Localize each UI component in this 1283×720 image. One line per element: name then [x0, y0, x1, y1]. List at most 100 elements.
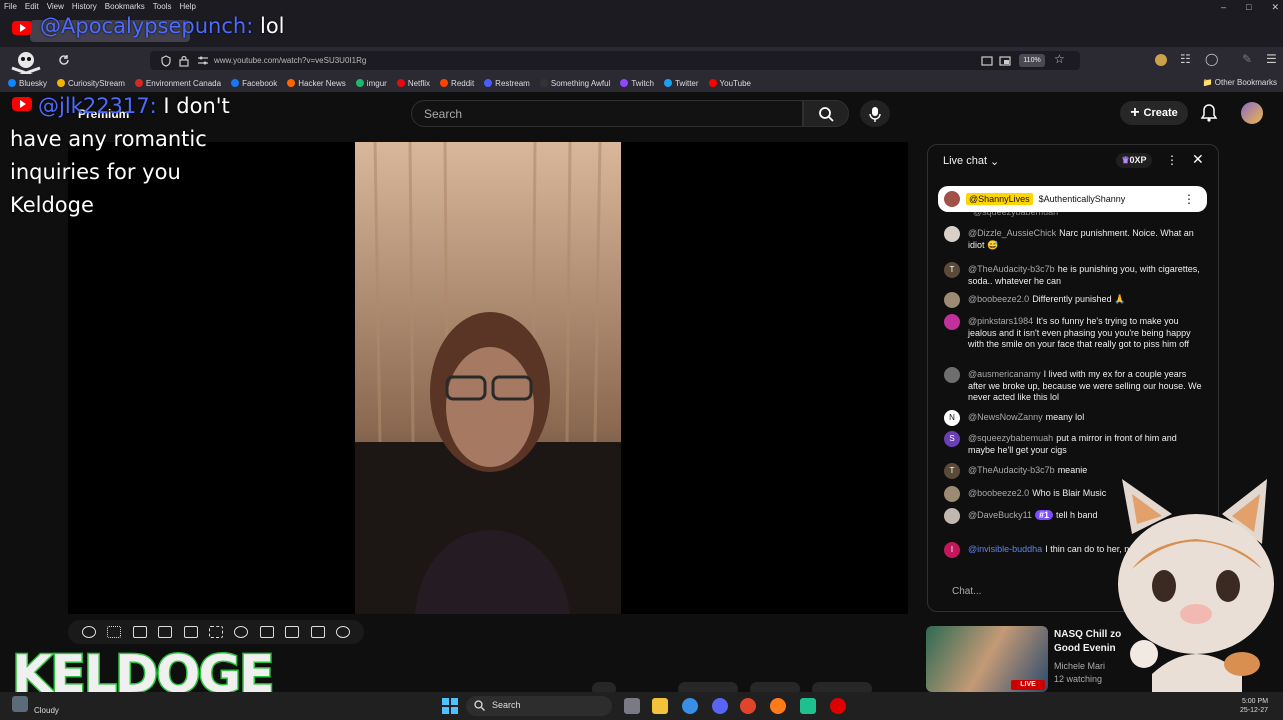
- add-clip-icon[interactable]: [259, 626, 274, 638]
- chat-username[interactable]: @squeezybabemuah: [968, 433, 1053, 443]
- chat-username[interactable]: @DaveBucky11: [968, 510, 1032, 520]
- search-input[interactable]: Search: [411, 100, 803, 127]
- keyboard-icon[interactable]: [310, 626, 325, 638]
- search-button[interactable]: [803, 100, 849, 127]
- chat-username[interactable]: @Dizzle_AussieChick: [968, 228, 1056, 238]
- copilot-icon[interactable]: [682, 698, 698, 714]
- create-button[interactable]: + Create: [1120, 101, 1188, 125]
- account-sync-icon[interactable]: ◯: [1205, 52, 1218, 66]
- clapperboard-icon[interactable]: [158, 626, 173, 638]
- share-button[interactable]: [678, 682, 738, 692]
- menu-view[interactable]: View: [47, 0, 64, 14]
- voice-search-button[interactable]: [860, 100, 890, 127]
- bookmark-star-icon[interactable]: ☆: [1054, 52, 1065, 66]
- hamburger-menu-icon[interactable]: ☰: [1266, 52, 1277, 66]
- chat-message[interactable]: @Dizzle_AussieChick Narc punishment. Noic…: [944, 226, 1202, 251]
- chevron-down-icon[interactable]: ⌄: [990, 155, 999, 168]
- bookmark-youtube[interactable]: YouTube: [708, 79, 751, 88]
- live-chat-title[interactable]: Live chat: [943, 155, 987, 167]
- bookmark-netflix[interactable]: Netflix: [396, 79, 430, 88]
- loop-icon[interactable]: [81, 626, 96, 638]
- speed-gauge-icon[interactable]: [234, 626, 249, 638]
- menu-bookmarks[interactable]: Bookmarks: [105, 0, 145, 14]
- bookmark-imgur[interactable]: imgur: [355, 79, 387, 88]
- bookmark-hacker-news[interactable]: Hacker News: [287, 79, 346, 88]
- chat-username[interactable]: @TheAudacity-b3c7b: [968, 465, 1055, 475]
- shield-icon[interactable]: [160, 55, 172, 67]
- file-explorer-icon[interactable]: [652, 698, 668, 714]
- playlist-icon[interactable]: [132, 626, 147, 638]
- settings-gear-icon[interactable]: [336, 626, 351, 638]
- windows-start-icon[interactable]: [442, 698, 458, 714]
- webcam-video-frame[interactable]: [355, 142, 621, 614]
- screenshot-camera-icon[interactable]: [285, 626, 300, 638]
- chat-username[interactable]: @pinkstars1984: [968, 316, 1033, 326]
- bookmark-reddit[interactable]: Reddit: [440, 79, 474, 88]
- pinned-message[interactable]: @ShannyLives $AuthenticallyShanny ⋮: [938, 186, 1207, 212]
- menu-file[interactable]: File: [4, 0, 17, 14]
- page-settings-icon[interactable]: [197, 55, 209, 67]
- bookmark-environment-canada[interactable]: Environment Canada: [134, 79, 221, 88]
- restream-app-icon[interactable]: [740, 698, 756, 714]
- chat-message[interactable]: @boobeeze2.0 Differently punished 🙏: [944, 292, 1202, 308]
- reload-icon[interactable]: [58, 54, 70, 66]
- close-window-icon[interactable]: ✕: [1271, 2, 1279, 13]
- chat-username[interactable]: @NewsNowZanny: [968, 412, 1043, 422]
- pen-icon[interactable]: ✎: [1242, 52, 1252, 66]
- taskbar-clock[interactable]: 5:00 PM 25-12-27: [1240, 697, 1268, 715]
- chat-message[interactable]: N @NewsNowZanny meany lol: [944, 410, 1202, 426]
- chat-username[interactable]: @boobeeze2.0: [968, 294, 1029, 304]
- chat-message[interactable]: @pinkstars1984 It's so funny he's trying …: [944, 314, 1202, 351]
- url-bar[interactable]: www.youtube.com/watch?v=veSU3U0I1Rg: [150, 51, 1080, 70]
- firefox-icon[interactable]: [770, 698, 786, 714]
- save-button[interactable]: [812, 682, 872, 692]
- extension-icon[interactable]: [1155, 54, 1167, 66]
- discord-icon[interactable]: [712, 698, 728, 714]
- youtube-app-icon[interactable]: [830, 698, 846, 714]
- chat-username[interactable]: @invisible-buddha: [968, 544, 1042, 554]
- chat-username[interactable]: @ausmericanamy: [968, 369, 1041, 379]
- subtitles-icon[interactable]: [208, 626, 223, 638]
- menu-tools[interactable]: Tools: [153, 0, 172, 14]
- chat-message[interactable]: @ausmericanamy I lived with my ex for a c…: [944, 367, 1202, 404]
- chat-input[interactable]: Chat...: [940, 582, 1100, 604]
- clip-button[interactable]: [750, 682, 800, 692]
- like-icon[interactable]: [592, 682, 616, 692]
- bookmark-curiositystream[interactable]: CuriosityStream: [57, 79, 125, 88]
- zoom-level-badge[interactable]: 110%: [1019, 54, 1045, 67]
- chat-app-icon[interactable]: [800, 698, 816, 714]
- task-view-icon[interactable]: [624, 698, 640, 714]
- chat-username[interactable]: @boobeeze2.0: [968, 488, 1029, 498]
- picture-in-picture-player-icon[interactable]: [183, 626, 198, 638]
- close-chat-icon[interactable]: ✕: [1192, 151, 1204, 168]
- bookmark-something-awful[interactable]: Something Awful: [539, 79, 610, 88]
- taskbar-search[interactable]: Search: [466, 696, 612, 716]
- lock-icon[interactable]: [179, 55, 189, 67]
- chat-message[interactable]: T @TheAudacity-b3c7b he is punishing you, …: [944, 262, 1202, 287]
- bookmark-twitch[interactable]: Twitch: [620, 79, 654, 88]
- bookmark-label: Restream: [495, 78, 530, 88]
- bookmark-bluesky[interactable]: Bluesky: [8, 79, 47, 88]
- reader-view-icon[interactable]: [981, 55, 993, 67]
- picture-in-picture-icon[interactable]: [999, 55, 1011, 67]
- bookmark-twitter[interactable]: Twitter: [663, 79, 699, 88]
- weather-icon[interactable]: [12, 696, 28, 712]
- extensions-puzzle-icon[interactable]: ☷: [1180, 52, 1191, 66]
- menu-help[interactable]: Help: [179, 0, 195, 14]
- maximize-icon[interactable]: □: [1246, 2, 1251, 12]
- live-broadcast-icon[interactable]: [107, 626, 122, 638]
- menu-edit[interactable]: Edit: [25, 0, 39, 14]
- weather-label[interactable]: Cloudy: [34, 706, 59, 715]
- bookmark-facebook[interactable]: Facebook: [231, 79, 277, 88]
- other-bookmarks[interactable]: 📁 Other Bookmarks: [1203, 74, 1277, 92]
- xp-badge[interactable]: ♛0XP: [1116, 153, 1152, 168]
- menu-history[interactable]: History: [72, 0, 97, 14]
- pinned-more-icon[interactable]: ⋮: [1183, 192, 1195, 206]
- notifications-bell-icon[interactable]: [1200, 103, 1218, 123]
- minimize-icon[interactable]: –: [1221, 2, 1226, 12]
- account-avatar[interactable]: [1241, 102, 1263, 124]
- more-options-icon[interactable]: ⋮: [1166, 153, 1178, 167]
- bookmark-restream[interactable]: Restream: [484, 79, 530, 88]
- chat-username[interactable]: @TheAudacity-b3c7b: [968, 264, 1055, 274]
- chat-message[interactable]: S @squeezybabemuah put a mirror in front o…: [944, 431, 1202, 456]
